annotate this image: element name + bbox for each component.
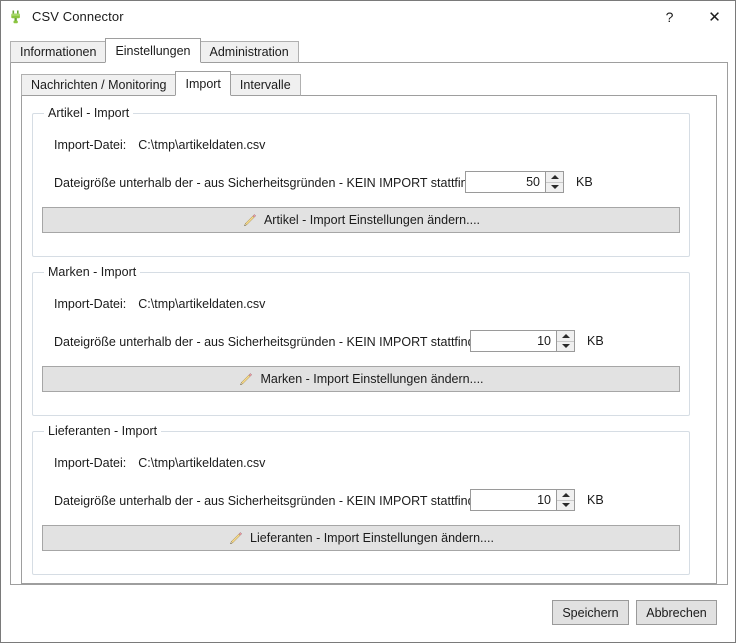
artikel-size-input[interactable]: 50 [466,172,545,192]
marken-size-spinner[interactable]: 10 [470,330,575,352]
artikel-size-label: Dateigröße unterhalb der - aus Sicherhei… [54,176,489,190]
lieferanten-file-value: C:\tmp\artikeldaten.csv [138,456,266,470]
help-button[interactable]: ? [647,2,692,32]
csv-connector-window: CSV Connector ? ✕ Informationen Einstell… [0,0,736,643]
chevron-down-icon [561,344,570,349]
lieferanten-import-settings-label: Lieferanten - Import Einstellungen änder… [250,531,494,545]
marken-size-row: Dateigröße unterhalb der - aus Sicherhei… [54,335,673,349]
chevron-down-icon [561,503,570,508]
outer-tab-control: Informationen Einstellungen Administrati… [10,38,728,585]
outer-tab-strip: Informationen Einstellungen Administrati… [10,38,728,63]
artikel-spinner-down-button[interactable] [546,182,563,192]
group-marken-import: Marken - Import Import-Datei: C:\tmp\art… [32,265,690,416]
artikel-import-settings-button[interactable]: Artikel - Import Einstellungen ändern...… [42,207,680,233]
lieferanten-spinner-down-button[interactable] [557,500,574,510]
pencil-icon [242,213,257,228]
group-lieferanten-import: Lieferanten - Import Import-Datei: C:\tm… [32,424,690,575]
marken-import-settings-button[interactable]: Marken - Import Einstellungen ändern.... [42,366,680,392]
pencil-icon [228,531,243,546]
cancel-button[interactable]: Abbrechen [636,600,717,625]
artikel-size-unit: KB [576,175,593,189]
outer-tab-panel: Nachrichten / Monitoring Import Interval… [10,62,728,585]
tab-nachrichten-monitoring[interactable]: Nachrichten / Monitoring [21,74,177,96]
tab-informationen[interactable]: Informationen [10,41,107,63]
marken-size-label: Dateigröße unterhalb der - aus Sicherhei… [54,335,489,349]
tab-einstellungen[interactable]: Einstellungen [105,38,201,63]
lieferanten-size-unit: KB [587,493,604,507]
inner-tab-panel: Artikel - Import Import-Datei: C:\tmp\ar… [21,95,717,584]
marken-file-value: C:\tmp\artikeldaten.csv [138,297,266,311]
group-artikel-import: Artikel - Import Import-Datei: C:\tmp\ar… [32,106,690,257]
artikel-import-file-row: Import-Datei: C:\tmp\artikeldaten.csv [54,138,265,152]
title-bar: CSV Connector ? ✕ [1,1,735,32]
marken-import-file-row: Import-Datei: C:\tmp\artikeldaten.csv [54,297,265,311]
marken-import-settings-label: Marken - Import Einstellungen ändern.... [260,372,484,386]
lieferanten-file-label: Import-Datei: [54,456,127,470]
chevron-down-icon [550,185,559,190]
lieferanten-size-spinner[interactable]: 10 [470,489,575,511]
artikel-file-label: Import-Datei: [54,138,127,152]
marken-file-label: Import-Datei: [54,297,127,311]
lieferanten-spinner-arrows [556,490,574,510]
group-title-marken: Marken - Import [44,265,141,279]
chevron-up-icon [550,174,559,179]
artikel-spinner-arrows [545,172,563,192]
plug-icon [8,9,24,25]
window-title: CSV Connector [32,9,124,24]
chevron-up-icon [561,492,570,497]
close-button[interactable]: ✕ [692,2,735,32]
tab-administration[interactable]: Administration [199,41,299,63]
inner-tab-strip: Nachrichten / Monitoring Import Interval… [21,71,717,96]
artikel-file-value: C:\tmp\artikeldaten.csv [138,138,266,152]
group-title-lieferanten: Lieferanten - Import [44,424,162,438]
marken-spinner-up-button[interactable] [557,331,574,342]
pencil-icon [238,372,253,387]
tab-intervalle[interactable]: Intervalle [229,74,301,96]
inner-tab-control: Nachrichten / Monitoring Import Interval… [21,71,717,584]
lieferanten-size-label: Dateigröße unterhalb der - aus Sicherhei… [54,494,489,508]
lieferanten-spinner-up-button[interactable] [557,490,574,501]
artikel-import-settings-label: Artikel - Import Einstellungen ändern...… [263,213,481,227]
group-title-artikel: Artikel - Import [44,106,134,120]
save-button[interactable]: Speichern [552,600,629,625]
marken-spinner-down-button[interactable] [557,341,574,351]
marken-size-unit: KB [587,334,604,348]
marken-size-input[interactable]: 10 [471,331,556,351]
lieferanten-size-row: Dateigröße unterhalb der - aus Sicherhei… [54,494,673,508]
chevron-up-icon [561,333,570,338]
lieferanten-import-file-row: Import-Datei: C:\tmp\artikeldaten.csv [54,456,265,470]
artikel-spinner-up-button[interactable] [546,172,563,183]
lieferanten-import-settings-button[interactable]: Lieferanten - Import Einstellungen änder… [42,525,680,551]
artikel-size-spinner[interactable]: 50 [465,171,564,193]
lieferanten-size-input[interactable]: 10 [471,490,556,510]
tab-import[interactable]: Import [175,71,231,96]
marken-spinner-arrows [556,331,574,351]
